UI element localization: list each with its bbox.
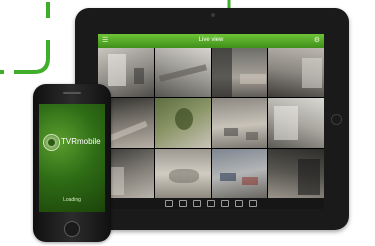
playback-toolbar [98, 198, 324, 209]
fullscreen-icon[interactable] [249, 200, 257, 207]
ptz-icon[interactable] [221, 200, 229, 207]
phone-device: TVRmobile Loading [33, 84, 111, 242]
camera-tile-8[interactable] [268, 98, 324, 148]
tablet-home-button[interactable] [331, 114, 342, 125]
tablet-camera-lens [211, 13, 215, 17]
title-bar: ☰ Live view ⚙ [98, 34, 324, 48]
camera-tile-12[interactable] [268, 148, 324, 198]
audio-icon[interactable] [235, 200, 243, 207]
phone-speaker [63, 92, 81, 94]
camera-tile-4[interactable] [268, 48, 324, 98]
app-logo-icon [43, 134, 60, 151]
phone-home-button[interactable] [64, 221, 80, 237]
camera-tile-11[interactable] [211, 148, 268, 198]
record-icon[interactable] [193, 200, 201, 207]
playback-icon[interactable] [179, 200, 187, 207]
loading-status: Loading [63, 197, 81, 203]
tablet-screen: ☰ Live view ⚙ [98, 34, 324, 209]
snapshot-icon[interactable] [207, 200, 215, 207]
layout-icon[interactable] [165, 200, 173, 207]
tablet-device: ☰ Live view ⚙ [75, 8, 349, 230]
camera-tile-3[interactable] [211, 48, 268, 98]
camera-grid [98, 48, 324, 198]
decorative-dashed-line [0, 2, 50, 74]
camera-tile-6[interactable] [154, 98, 211, 148]
settings-icon[interactable]: ⚙ [314, 37, 320, 45]
title-bar-title: Live view [198, 37, 224, 43]
app-name: TVRmobile [61, 137, 101, 146]
camera-tile-2[interactable] [154, 48, 211, 98]
camera-tile-10[interactable] [154, 148, 211, 198]
camera-tile-7[interactable] [211, 98, 268, 148]
phone-splash-screen: TVRmobile Loading [39, 104, 105, 212]
